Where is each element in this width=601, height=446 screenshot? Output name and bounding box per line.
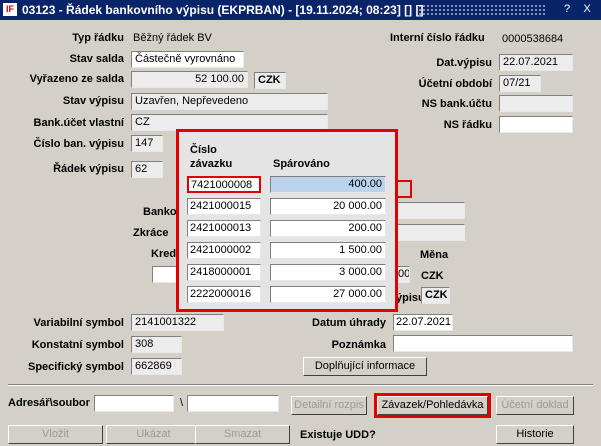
zavazky-popup: Číslo závazku Spárováno 7421000008 400.0… (176, 129, 398, 312)
app-logo-icon: IF (3, 3, 17, 16)
row-cislo-field[interactable]: 2222000016 (187, 286, 261, 303)
vypisu-currency: CZK (421, 287, 450, 304)
path-separator: \ (180, 397, 184, 409)
specificky-label: Specifický symbol (28, 361, 124, 373)
ukazat-button[interactable]: Ukázat (106, 425, 201, 444)
dat-vypisu-field[interactable]: 22.07.2021 (499, 54, 573, 71)
titlebar-pattern (418, 4, 546, 16)
col-cislo-header-1: Číslo (190, 144, 217, 156)
vyrazeno-label: Vyřazeno ze salda (29, 73, 124, 85)
soubor-field[interactable] (187, 395, 279, 412)
typ-radku-value: Běžný řádek BV (133, 32, 212, 44)
zkraceny-field[interactable] (396, 224, 465, 241)
row-cislo-field[interactable]: 2421000013 (187, 220, 261, 237)
dat-vypisu-label: Dat.výpisu (436, 57, 492, 69)
ucetni-obdobi-label: Účetní období (418, 78, 492, 90)
radek-vypisu-label: Řádek výpisu (53, 163, 124, 175)
stav-salda-field[interactable]: Částečně vyrovnáno (131, 51, 244, 68)
row-sparovano-field[interactable]: 400.00 (270, 176, 386, 193)
mena-partial-field[interactable]: 00 (396, 266, 410, 283)
variabilni-field[interactable]: 2141001322 (131, 314, 224, 331)
row-sparovano-field[interactable]: 200.00 (270, 220, 386, 237)
interni-cislo-label: Interní číslo řádku (390, 32, 485, 44)
ns-bank-label: NS bank.účtu (421, 98, 492, 110)
close-icon[interactable]: X (580, 3, 594, 16)
cislo-ban-field[interactable]: 147 (131, 135, 163, 152)
specificky-field[interactable]: 662869 (131, 358, 182, 375)
vlozit-button[interactable]: Vložit (8, 425, 103, 444)
zavazek-pohledavka-button[interactable]: Závazek/Pohledávka (374, 393, 491, 418)
stav-salda-label: Stav salda (69, 53, 124, 65)
historie-button[interactable]: Historie (496, 425, 574, 444)
ucetni-obdobi-field[interactable]: 07/21 (499, 75, 541, 92)
poznamka-label: Poznámka (331, 339, 386, 351)
window-title: 03123 - Řádek bankovního výpisu (EKPRBAN… (22, 3, 424, 17)
typ-radku-label: Typ řádku (72, 32, 124, 44)
konstantni-label: Konstatní symbol (31, 339, 124, 351)
datum-uhrady-field[interactable]: 22.07.2021 (393, 314, 453, 331)
highlight-box-small (396, 180, 412, 198)
bank-ucet-label: Bank.účet vlastní (33, 117, 124, 129)
zkraceny-label: Zkráce (133, 227, 169, 239)
mena-value: CZK (421, 270, 444, 282)
datum-uhrady-label: Datum úhrady (312, 317, 386, 329)
adresar-label: Adresář\soubor (8, 397, 90, 409)
row-cislo-field[interactable]: 7421000008 (187, 176, 261, 193)
existuje-udd-label: Existuje UDD? (300, 429, 376, 441)
row-cislo-field[interactable]: 2421000002 (187, 242, 261, 259)
col-cislo-header-2: závazku (190, 158, 233, 170)
doplnujici-informace-button[interactable]: Doplňující informace (303, 357, 427, 376)
stav-vypisu-label: Stav výpisu (62, 95, 124, 107)
row-sparovano-field[interactable]: 20 000.00 (270, 198, 386, 215)
poznamka-field[interactable] (393, 335, 573, 352)
ns-radku-label: NS řádku (443, 119, 492, 131)
row-cislo-field[interactable]: 2418000001 (187, 264, 261, 281)
banko-label: Banko (143, 206, 177, 218)
title-bar: IF 03123 - Řádek bankovního výpisu (EKPR… (0, 0, 601, 20)
ucetni-doklad-button[interactable]: Účetní doklad (496, 396, 574, 415)
adresar-field[interactable] (94, 395, 174, 412)
detailni-rozpis-button[interactable]: Detailní rozpis (291, 396, 367, 415)
row-sparovano-field[interactable]: 27 000.00 (270, 286, 386, 303)
col-sparovano-header: Spárováno (273, 158, 330, 170)
mena-label: Měna (420, 249, 449, 261)
kred-label: Kred (151, 248, 177, 260)
separator (8, 384, 593, 386)
ns-bank-field[interactable] (499, 95, 573, 112)
help-icon[interactable]: ? (560, 3, 574, 16)
konstantni-field[interactable]: 308 (131, 336, 182, 353)
row-cislo-field[interactable]: 2421000015 (187, 198, 261, 215)
interni-cislo-value: 0000538684 (502, 33, 564, 45)
cislo-ban-label: Číslo ban. výpisu (33, 138, 124, 150)
variabilni-label: Variabilní symbol (33, 317, 124, 329)
row-sparovano-field[interactable]: 3 000.00 (270, 264, 386, 281)
row-sparovano-field[interactable]: 1 500.00 (270, 242, 386, 259)
ns-radku-field[interactable] (499, 116, 573, 133)
vyrazeno-field[interactable]: 52 100.00 (131, 71, 248, 88)
stav-vypisu-field[interactable]: Uzavřen, Nepřevedeno (131, 93, 328, 110)
vyrazeno-currency: CZK (254, 72, 286, 89)
radek-vypisu-field[interactable]: 62 (131, 161, 163, 178)
banko-field[interactable] (396, 202, 465, 219)
smazat-button[interactable]: Smazat (195, 425, 290, 444)
